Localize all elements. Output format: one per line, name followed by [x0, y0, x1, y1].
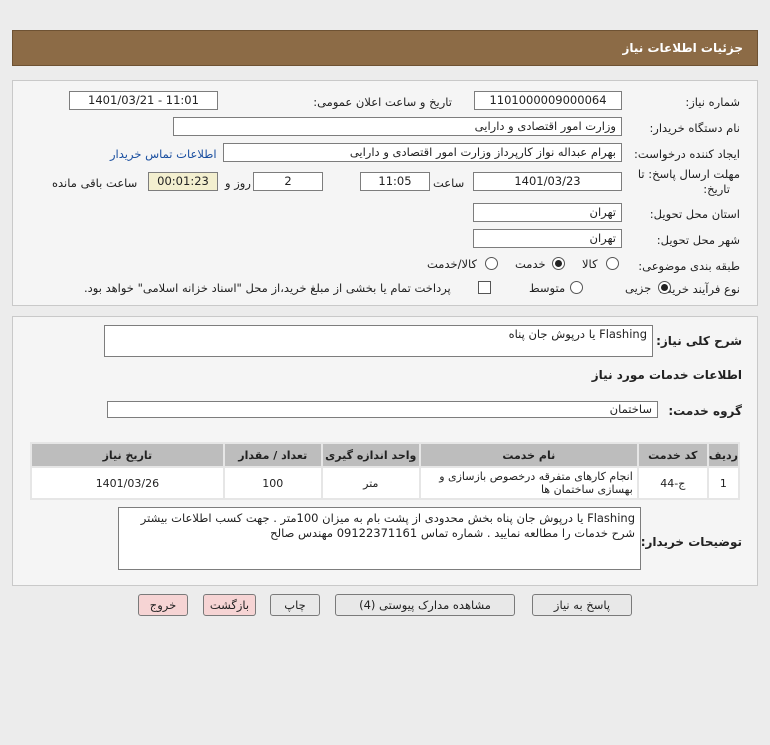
deadline-time-field: 11:05	[360, 172, 430, 191]
province-field: تهران	[473, 203, 622, 222]
creator-label: ایجاد کننده درخواست:	[634, 147, 740, 161]
category-radio-service[interactable]	[552, 257, 565, 270]
category-radio-goods-service[interactable]	[485, 257, 498, 270]
city-field: تهران	[473, 229, 622, 248]
deadline-label-date: تاریخ:	[703, 182, 730, 196]
cell-unit: متر	[322, 468, 419, 498]
summary-label: شرح کلی نیاز:	[656, 334, 742, 348]
category-label: طبقه بندی موضوعی:	[638, 259, 740, 273]
process-radio-minor[interactable]	[658, 281, 671, 294]
cell-date: 1401/03/26	[32, 468, 223, 498]
cell-name: انجام کارهای متفرقه درخصوص بازسازی و بهس…	[420, 468, 637, 498]
print-button[interactable]: چاپ	[270, 594, 320, 616]
remaining-time-field: 00:01:23	[148, 172, 218, 191]
deadline-label: مهلت ارسال پاسخ: تا	[637, 167, 740, 181]
deadline-date-field: 1401/03/23	[473, 172, 622, 191]
buyer-org-field: وزارت امور اقتصادی و دارایی	[173, 117, 622, 136]
col-header-row: ردیف	[708, 444, 738, 466]
category-radio-goods[interactable]	[606, 257, 619, 270]
service-group-label: گروه خدمت:	[668, 404, 742, 418]
days-label: روز و	[225, 176, 251, 190]
need-number-field: 1101000009000064	[474, 91, 622, 110]
table-row: 1 ج-44 انجام کارهای متفرقه درخصوص بازساز…	[32, 468, 738, 498]
creator-field: بهرام عبداله نواز کارپرداز وزارت امور اق…	[223, 143, 622, 162]
exit-button[interactable]: خروج	[138, 594, 188, 616]
page-title: جزئیات اطلاعات نیاز	[622, 41, 743, 55]
process-option-minor: جزیی	[625, 281, 652, 295]
announce-label: تاریخ و ساعت اعلان عمومی:	[313, 95, 452, 109]
page-header: جزئیات اطلاعات نیاز	[12, 30, 758, 66]
cell-row: 1	[708, 468, 738, 498]
announce-field: 1401/03/21 - 11:01	[69, 91, 218, 110]
reply-button[interactable]: پاسخ به نیاز	[532, 594, 632, 616]
buyer-notes-label: توضیحات خریدار:	[640, 535, 742, 549]
process-label: نوع فرآیند خرید :	[658, 282, 740, 296]
province-label: استان محل تحویل:	[649, 207, 740, 221]
city-label: شهر محل تحویل:	[656, 233, 740, 247]
process-option-medium: متوسط	[529, 281, 566, 295]
view-attachments-button[interactable]: مشاهده مدارک پیوستی (4)	[335, 594, 515, 616]
days-field: 2	[253, 172, 323, 191]
service-group-field: ساختمان	[107, 401, 658, 418]
col-header-name: نام خدمت	[420, 444, 637, 466]
col-header-date: تاریخ نیاز	[32, 444, 223, 466]
treasury-payment-note: پرداخت تمام یا بخشی از مبلغ خرید،از محل …	[84, 281, 451, 295]
buyer-contact-link[interactable]: اطلاعات تماس خریدار	[110, 147, 217, 161]
services-table: ردیف کد خدمت نام خدمت واحد اندازه گیری ت…	[30, 442, 740, 500]
category-option-goods-service: کالا/خدمت	[427, 257, 478, 271]
category-option-service: خدمت	[515, 257, 546, 271]
need-number-label: شماره نیاز:	[685, 95, 740, 109]
services-section-title: اطلاعات خدمات مورد نیاز	[591, 368, 742, 382]
col-header-code: کد خدمت	[638, 444, 707, 466]
col-header-quantity: تعداد / مقدار	[224, 444, 321, 466]
buyer-notes-field: Flashing یا درپوش جان پناه بخش محدودی از…	[118, 507, 641, 570]
table-header-row: ردیف کد خدمت نام خدمت واحد اندازه گیری ت…	[32, 444, 738, 466]
deadline-time-label: ساعت	[433, 176, 465, 190]
category-option-goods: کالا	[582, 257, 598, 271]
col-header-unit: واحد اندازه گیری	[322, 444, 419, 466]
remaining-label: ساعت باقی مانده	[52, 176, 138, 190]
buyer-org-label: نام دستگاه خریدار:	[649, 121, 740, 135]
process-radio-medium[interactable]	[570, 281, 583, 294]
cell-code: ج-44	[638, 468, 707, 498]
cell-quantity: 100	[224, 468, 321, 498]
back-button[interactable]: بازگشت	[203, 594, 256, 616]
summary-field: Flashing یا درپوش جان پناه	[104, 325, 653, 357]
treasury-payment-checkbox[interactable]	[478, 281, 491, 294]
